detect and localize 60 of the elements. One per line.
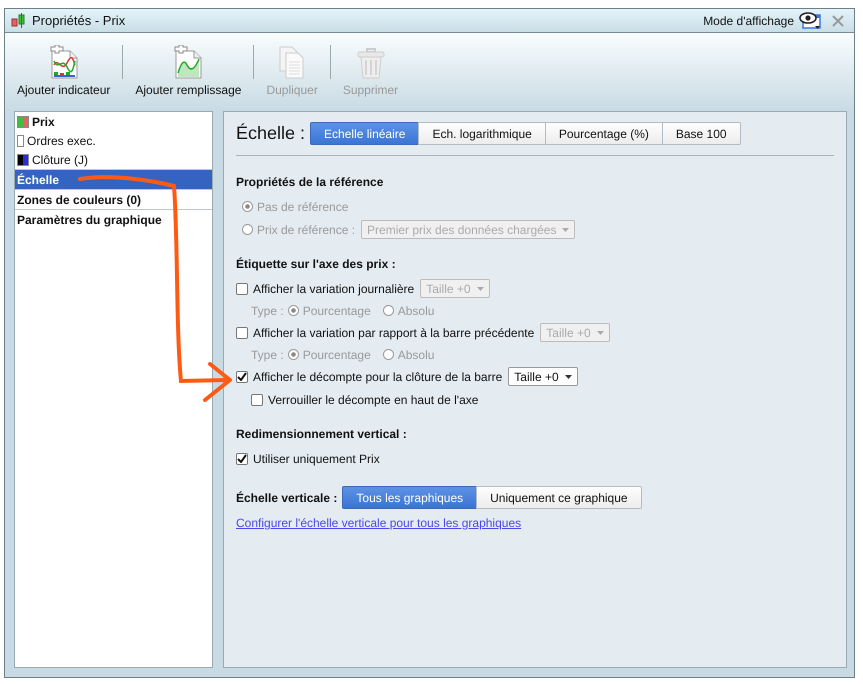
checkmark-icon bbox=[237, 454, 247, 463]
section-heading: Échelle verticale : bbox=[236, 490, 338, 504]
checkbox[interactable] bbox=[236, 452, 248, 464]
candlestick-icon bbox=[11, 12, 27, 28]
section-heading: Étiquette sur l'axe des prix : bbox=[236, 257, 397, 271]
sidebar-item[interactable]: Prix bbox=[15, 112, 212, 131]
trash-icon bbox=[354, 45, 386, 79]
radio-label: Prix de référence : bbox=[257, 222, 356, 236]
radio-button[interactable] bbox=[382, 349, 394, 360]
type-label: Type : bbox=[251, 348, 284, 362]
section-heading: Propriétés de la référence bbox=[236, 175, 384, 189]
segment-button[interactable]: Uniquement ce graphique bbox=[476, 486, 642, 509]
indicator-chart-icon bbox=[48, 45, 80, 79]
radio-button[interactable] bbox=[288, 349, 299, 360]
radio-label: Pourcentage bbox=[302, 348, 371, 362]
size-dropdown[interactable]: Taille +0 bbox=[508, 367, 578, 386]
section-title: Échelle : bbox=[236, 123, 306, 144]
scale-tab[interactable]: Ech. logarithmique bbox=[418, 122, 546, 145]
sidebar-item[interactable]: Clôture (J) bbox=[15, 150, 212, 169]
radio-label: Pas de référence bbox=[257, 200, 348, 214]
sidebar-item[interactable]: Zones de couleurs (0) bbox=[15, 189, 212, 209]
sidebar-item[interactable]: Paramètres du graphique bbox=[15, 209, 212, 229]
caret-icon bbox=[596, 330, 604, 334]
color-swatch-icon bbox=[17, 116, 29, 128]
caret-icon bbox=[562, 228, 570, 232]
checkbox[interactable] bbox=[236, 326, 248, 338]
radio-label: Pourcentage bbox=[302, 304, 371, 318]
radio-button[interactable] bbox=[288, 305, 299, 316]
checkbox-label: Afficher le décompte pour la clôture de la barre bbox=[253, 370, 502, 384]
scale-tab[interactable]: Base 100 bbox=[662, 122, 741, 145]
segment-button[interactable]: Tous les graphiques bbox=[342, 486, 478, 509]
checkmark-icon bbox=[237, 372, 247, 381]
radio-label: Absolu bbox=[398, 304, 434, 318]
checkbox[interactable] bbox=[236, 370, 248, 382]
section-heading: Redimensionnement vertical : bbox=[236, 427, 408, 441]
radio-button[interactable] bbox=[382, 305, 394, 316]
toolbar-button[interactable]: Ajouter remplissage bbox=[129, 41, 248, 101]
color-swatch-icon bbox=[17, 154, 29, 166]
caret-icon bbox=[476, 286, 484, 290]
checkbox[interactable] bbox=[236, 282, 248, 294]
sidebar-item[interactable]: Ordres exec. bbox=[15, 131, 212, 150]
view-mode-label: Mode d'affichage bbox=[703, 14, 794, 28]
caret-icon bbox=[564, 374, 572, 378]
close-icon[interactable] bbox=[832, 14, 844, 26]
checkbox-label: Afficher la variation par rapport à la barre précédente bbox=[253, 326, 534, 340]
color-swatch-icon bbox=[17, 134, 24, 146]
sidebar-item[interactable]: Échelle bbox=[15, 169, 212, 189]
checkbox-label: Utiliser uniquement Prix bbox=[253, 452, 380, 466]
checkbox-label: Afficher la variation journalière bbox=[253, 282, 414, 296]
checkbox-label: Verrouiller le décompte en haut de l'axe bbox=[268, 392, 478, 406]
checkbox[interactable] bbox=[251, 394, 263, 406]
area-chart-icon bbox=[172, 45, 204, 79]
scale-tab[interactable]: Echelle linéaire bbox=[310, 122, 420, 145]
configure-link[interactable]: Configurer l'échelle verticale pour tous les graphiques bbox=[236, 516, 522, 530]
eye-icon[interactable] bbox=[799, 12, 823, 30]
window-title: Propriétés - Prix bbox=[32, 13, 126, 28]
toolbar-button[interactable]: Ajouter indicateur bbox=[11, 41, 116, 101]
type-label: Type : bbox=[251, 304, 284, 318]
scale-tab[interactable]: Pourcentage (%) bbox=[544, 122, 663, 145]
radio-label: Absolu bbox=[398, 348, 434, 362]
